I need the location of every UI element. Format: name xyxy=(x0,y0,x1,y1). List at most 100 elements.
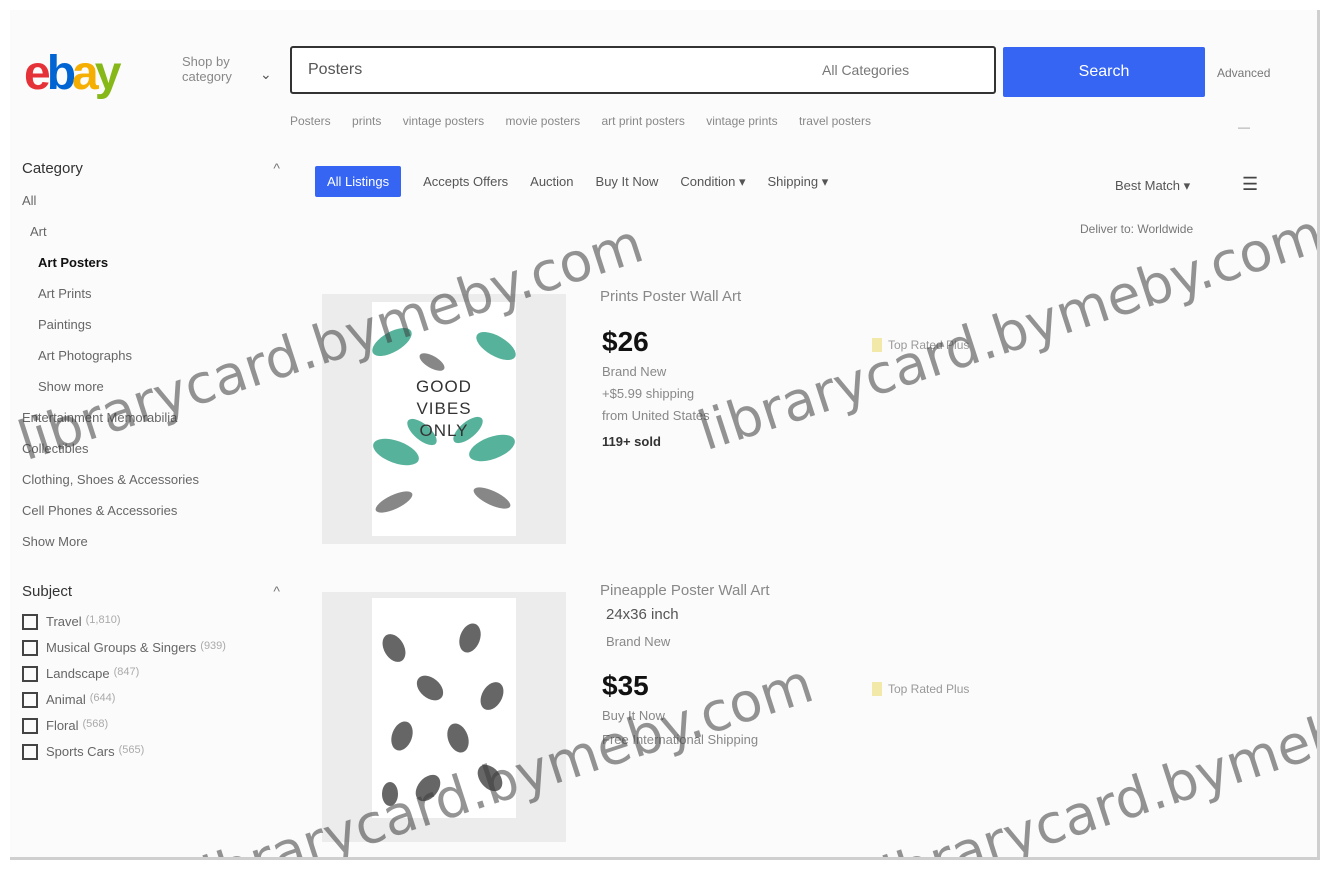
show-more-link[interactable]: Show more xyxy=(22,371,282,402)
shipping-label: Shipping xyxy=(767,173,819,189)
logo-letter: e xyxy=(24,47,51,100)
badge-label: Top Rated Plus xyxy=(888,682,970,696)
tag-icon xyxy=(872,338,882,352)
subject-count: (1,810) xyxy=(85,614,121,626)
ebay-logo[interactable]: ebay xyxy=(24,47,121,100)
page-frame: ebay Shop by category ⌄ All Categories S… xyxy=(10,10,1320,860)
sidebar-category[interactable]: Art Photographs xyxy=(22,340,282,371)
item-price: $26 xyxy=(602,326,649,357)
item-format: Buy It Now xyxy=(602,708,665,723)
deliver-to-dropdown[interactable]: Deliver to: Worldwide xyxy=(1080,222,1193,236)
subject-label: Landscape xyxy=(46,666,110,681)
tab-accepts-offers[interactable]: Accepts Offers xyxy=(423,174,508,189)
poster-good-vibes: GOOD VIBES ONLY xyxy=(372,302,516,536)
subject-label: Sports Cars xyxy=(46,744,115,759)
chevron-down-icon[interactable]: ⌄ xyxy=(260,66,272,83)
search-button[interactable]: Search xyxy=(1003,47,1205,97)
related-search-link[interactable]: prints xyxy=(352,114,381,128)
checkbox[interactable] xyxy=(22,640,38,656)
logo-letter: b xyxy=(46,47,76,100)
item-subtitle: 24x36 inch xyxy=(606,606,679,623)
poster-word: ONLY xyxy=(419,421,469,440)
sidebar-category[interactable]: Paintings xyxy=(22,309,282,340)
search-category-select[interactable]: All Categories xyxy=(822,62,909,78)
sidebar-category[interactable]: Art Prints xyxy=(22,278,282,309)
sidebar-category[interactable]: Cell Phones & Accessories xyxy=(22,495,282,526)
item-condition: Brand New xyxy=(606,634,671,649)
subject-filter[interactable]: Sports Cars (565) xyxy=(22,744,282,760)
sidebar-category[interactable]: All xyxy=(22,185,282,216)
tag-icon xyxy=(872,682,882,696)
chevron-up-icon[interactable]: ^ xyxy=(273,160,280,176)
subject-filter[interactable]: Landscape (847) xyxy=(22,666,282,682)
subject-count: (644) xyxy=(89,692,116,704)
related-search-link[interactable]: travel posters xyxy=(799,114,871,128)
related-search-link[interactable]: vintage posters xyxy=(403,114,484,128)
subject-label: Floral xyxy=(46,718,79,733)
item-sold-count: 119+ sold xyxy=(602,434,661,449)
subject-filter[interactable]: Musical Groups & Singers (939) xyxy=(22,640,282,656)
subject-count: (568) xyxy=(82,718,109,730)
related-search-link[interactable]: movie posters xyxy=(505,114,580,128)
checkbox[interactable] xyxy=(22,666,38,682)
subject-filter[interactable]: Animal (644) xyxy=(22,692,282,708)
item-shipping: +$5.99 shipping xyxy=(602,386,695,401)
item-condition: Brand New xyxy=(602,364,667,379)
checkbox[interactable] xyxy=(22,692,38,708)
sort-dropdown[interactable]: Best Match ▾ xyxy=(1115,178,1190,194)
checkbox[interactable] xyxy=(22,614,38,630)
sidebar-category-selected[interactable]: Art Posters xyxy=(22,247,282,278)
sidebar: Category ^ All Art Art Posters Art Print… xyxy=(22,160,282,770)
poster-word: VIBES xyxy=(416,399,472,418)
poster-text: GOOD VIBES ONLY xyxy=(372,376,516,442)
chevron-down-icon: ▾ xyxy=(1183,178,1191,193)
chevron-down-icon: ▾ xyxy=(821,173,829,189)
poster-pineapples xyxy=(372,598,516,818)
subject-label: Animal xyxy=(46,692,86,707)
tab-all-listings[interactable]: All Listings xyxy=(315,166,402,197)
subject-count: (565) xyxy=(118,744,145,756)
item-shipping: Free International Shipping xyxy=(602,732,759,747)
related-searches: Posters prints vintage posters movie pos… xyxy=(290,114,889,128)
related-toggle-icon[interactable]: — xyxy=(1238,120,1250,134)
pineapple-icon xyxy=(382,623,504,806)
checkbox[interactable] xyxy=(22,718,38,734)
list-view-icon[interactable]: ☰ xyxy=(1242,174,1258,195)
item-title-link[interactable]: Pineapple Poster Wall Art xyxy=(600,582,770,599)
tab-auction[interactable]: Auction xyxy=(530,174,573,189)
condition-dropdown[interactable]: Condition ▾ xyxy=(680,174,745,190)
chevron-down-icon: ▾ xyxy=(738,173,746,189)
item-badge: Top Rated Plus xyxy=(872,338,969,352)
poster-word: GOOD xyxy=(416,377,472,396)
sort-label: Best Match xyxy=(1115,178,1181,193)
category-heading[interactable]: Category xyxy=(22,160,282,177)
related-search-link[interactable]: vintage prints xyxy=(706,114,777,128)
advanced-search-link[interactable]: Advanced xyxy=(1217,66,1270,80)
item-title-link[interactable]: Prints Poster Wall Art xyxy=(600,288,741,305)
subject-count: (939) xyxy=(200,640,226,652)
subject-label: Musical Groups & Singers xyxy=(46,640,197,655)
watermark-text: librarycard.bymeby.com xyxy=(690,201,1320,463)
shop-by-category-button[interactable]: Shop by category xyxy=(182,54,252,84)
sidebar-category[interactable]: Art xyxy=(22,216,282,247)
item-location: from United States xyxy=(602,408,710,423)
item-price: $35 xyxy=(602,670,649,701)
show-more-link[interactable]: Show More xyxy=(22,526,282,557)
subject-filter[interactable]: Travel (1,810) xyxy=(22,614,282,630)
item-image[interactable] xyxy=(322,592,566,842)
chevron-up-icon[interactable]: ^ xyxy=(273,583,280,599)
related-search-link[interactable]: art print posters xyxy=(602,114,685,128)
subject-heading[interactable]: Subject xyxy=(22,583,282,600)
item-badge: Top Rated Plus xyxy=(872,682,969,696)
search-input[interactable] xyxy=(306,60,790,80)
subject-label: Travel xyxy=(46,614,82,629)
shipping-dropdown[interactable]: Shipping ▾ xyxy=(767,174,828,190)
related-search-link[interactable]: Posters xyxy=(290,114,331,128)
tab-buy-it-now[interactable]: Buy It Now xyxy=(596,174,659,189)
checkbox[interactable] xyxy=(22,744,38,760)
sidebar-category[interactable]: Collectibles xyxy=(22,433,282,464)
subject-filter[interactable]: Floral (568) xyxy=(22,718,282,734)
item-image[interactable]: GOOD VIBES ONLY xyxy=(322,294,566,544)
sidebar-category[interactable]: Clothing, Shoes & Accessories xyxy=(22,464,282,495)
sidebar-category[interactable]: Entertainment Memorabilia xyxy=(22,402,282,433)
